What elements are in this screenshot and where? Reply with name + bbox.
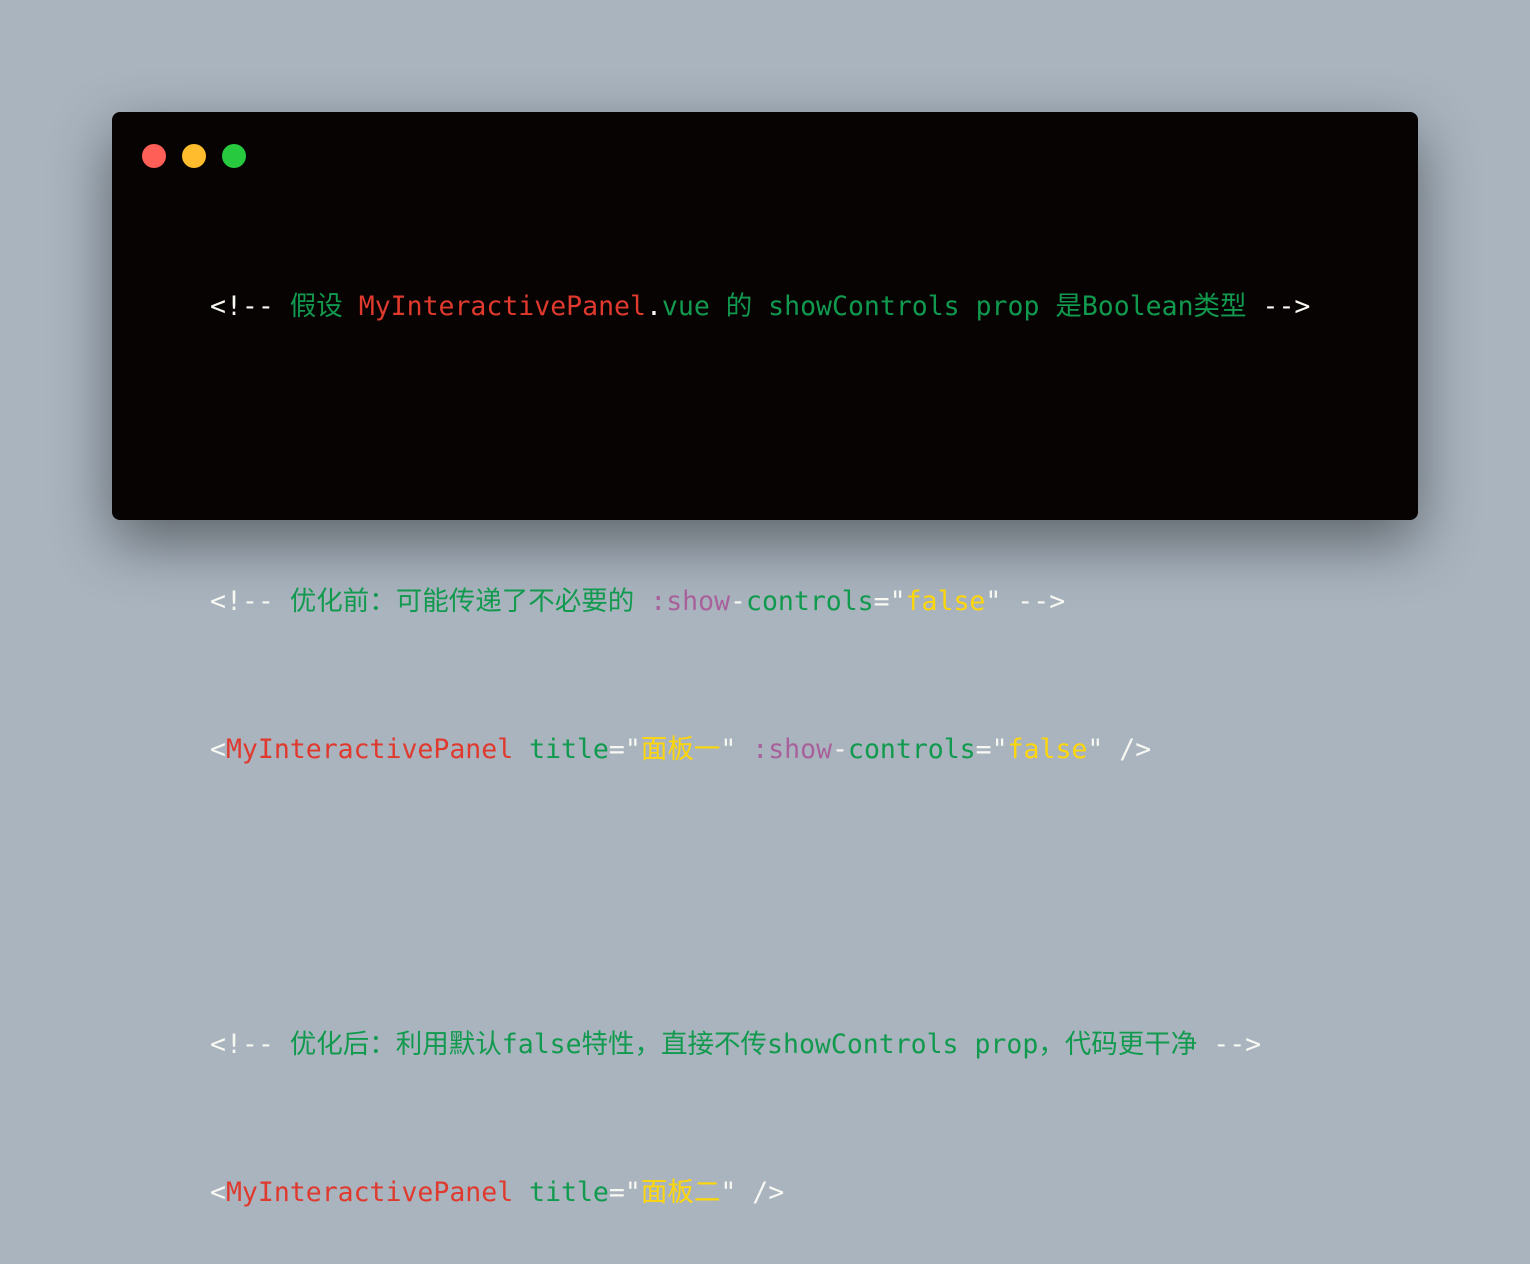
code-block: <!-- 假设 MyInteractivePanel.vue 的 showCon…: [210, 214, 1310, 1264]
bind-directive-token: :show: [650, 586, 731, 617]
tag-close-token: />: [1103, 734, 1152, 765]
equals-token: =: [608, 734, 625, 765]
quote-token: ": [991, 734, 1008, 765]
component-name-token: MyInteractivePanel: [358, 291, 646, 322]
string-value-token: false: [1007, 734, 1088, 765]
equals-token: =: [873, 586, 890, 617]
quote-token: ": [624, 1177, 641, 1208]
code-line-4: <!-- 优化后：利用默认false特性，直接不传showControls pr…: [210, 1026, 1310, 1063]
comment-close-token: -->: [1001, 586, 1066, 617]
bind-directive-token: :show: [736, 734, 833, 765]
quote-token: ": [720, 734, 737, 765]
attribute-name-token: title: [513, 734, 609, 765]
string-value-token: 面板二: [640, 1177, 721, 1208]
string-value-token: 面板一: [640, 734, 721, 765]
maximize-window-button[interactable]: [222, 144, 246, 168]
code-line-1: <!-- 假设 MyInteractivePanel.vue 的 showCon…: [210, 288, 1310, 325]
tag-close-token: />: [736, 1177, 785, 1208]
comment-open-token: <!--: [210, 1029, 274, 1060]
tag-open-token: <: [210, 1177, 226, 1208]
comment-open-token: <!--: [210, 586, 274, 617]
comment-text: 优化前：可能传递了不必要的: [273, 586, 651, 617]
tag-open-token: <: [210, 734, 226, 765]
comment-open-token: <!--: [210, 291, 274, 322]
code-line-5: <MyInteractivePanel title="面板二" />: [210, 1174, 1310, 1211]
attribute-name-token: controls: [746, 586, 874, 617]
comment-text: 优化后：利用默认false特性，直接不传showControls prop，代码…: [273, 1029, 1214, 1060]
attribute-name-token: title: [513, 1177, 609, 1208]
equals-token: =: [975, 734, 992, 765]
string-value-token: false: [905, 586, 986, 617]
equals-token: =: [608, 1177, 625, 1208]
code-window: <!-- 假设 MyInteractivePanel.vue 的 showCon…: [112, 112, 1418, 1208]
comment-text: 假设: [273, 291, 359, 322]
comment-close-token: -->: [1213, 1029, 1262, 1060]
close-window-button[interactable]: [142, 144, 166, 168]
comment-close-token: -->: [1262, 291, 1311, 322]
dash-token: -: [730, 586, 746, 617]
quote-token: ": [1087, 734, 1104, 765]
code-line-2: <!-- 优化前：可能传递了不必要的 :show-controls="false…: [210, 583, 1310, 620]
quote-token: ": [624, 734, 641, 765]
quote-token: ": [889, 586, 906, 617]
component-tag-name: MyInteractivePanel: [225, 1177, 514, 1208]
quote-token: ": [720, 1177, 737, 1208]
dash-token: -: [832, 734, 848, 765]
minimize-window-button[interactable]: [182, 144, 206, 168]
comment-text: vue 的 showControls prop 是Boolean类型: [661, 291, 1263, 322]
component-tag-name: MyInteractivePanel: [225, 734, 514, 765]
dot-token: .: [645, 291, 662, 322]
quote-token: ": [985, 586, 1002, 617]
code-line-3: <MyInteractivePanel title="面板一" :show-co…: [210, 731, 1310, 768]
attribute-name-token: controls: [848, 734, 976, 765]
